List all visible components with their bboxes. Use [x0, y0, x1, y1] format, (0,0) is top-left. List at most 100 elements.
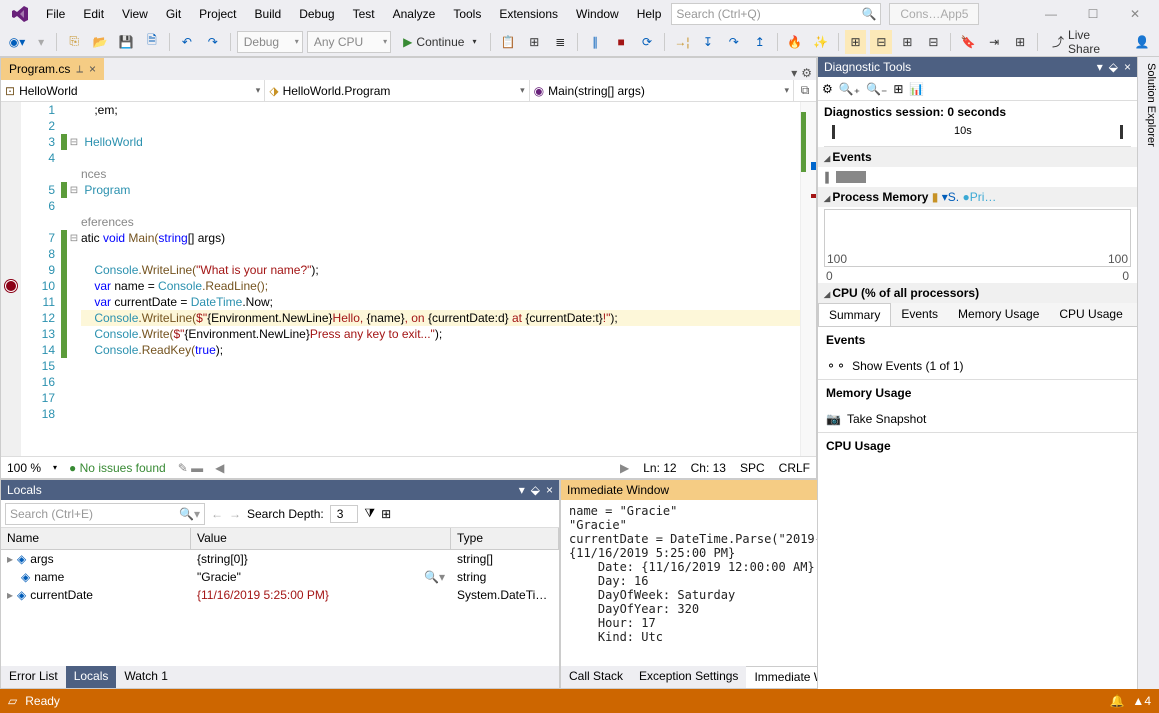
layout1-button[interactable]: ⊞ [845, 30, 867, 54]
events-section[interactable]: Events [818, 147, 1137, 167]
stop-button[interactable]: ■ [610, 30, 632, 54]
open-button[interactable]: 📂 [89, 30, 111, 54]
cpu-section[interactable]: CPU (% of all processors) [818, 283, 1137, 303]
locals-row-currentdate[interactable]: ▸◈currentDate {11/16/2019 5:25:00 PM} Sy… [1, 586, 559, 604]
locals-header[interactable]: Locals▾⬙× [1, 480, 559, 500]
zoom-combo[interactable]: 100 % [7, 461, 41, 475]
class-combo[interactable]: ⬗HelloWorld.Program▾ [265, 80, 529, 101]
liveshare-button[interactable]: ⤴ Live Share [1044, 30, 1127, 54]
process-button[interactable]: 📋 [497, 30, 519, 54]
tab-dropdown-icon[interactable]: ▾ [791, 66, 797, 80]
menu-window[interactable]: Window [568, 3, 627, 25]
issues-status[interactable]: ● No issues found [69, 461, 166, 475]
step-into-button[interactable]: ↧ [697, 30, 719, 54]
col-type[interactable]: Type [451, 528, 559, 549]
file-tab-program[interactable]: Program.cs ⟂ × [1, 58, 104, 80]
zoom-out-icon[interactable]: 🔍₋ [866, 82, 887, 96]
stack-button[interactable]: ≣ [549, 30, 571, 54]
menu-file[interactable]: File [38, 3, 73, 25]
space-indicator[interactable]: SPC [740, 461, 765, 475]
window-settings-icon[interactable]: ⚙ [801, 66, 812, 80]
menu-project[interactable]: Project [191, 3, 244, 25]
continue-button[interactable]: ▶Continue▾ [395, 30, 484, 54]
redo-button[interactable]: ↷ [202, 30, 224, 54]
visualizer-icon[interactable]: 🔍▾ [424, 570, 445, 584]
menu-test[interactable]: Test [345, 3, 383, 25]
pin-icon[interactable]: ⬙ [1109, 60, 1118, 74]
pin-icon[interactable]: ⬙ [531, 483, 540, 497]
filter-icon[interactable]: ⧩ [364, 506, 375, 521]
zoom-in-icon[interactable]: 🔍₊ [839, 82, 860, 96]
layout4-button[interactable]: ⊟ [922, 30, 944, 54]
solution-explorer-tab[interactable]: Solution Explorer [1137, 57, 1159, 689]
col-value[interactable]: Value [191, 528, 451, 549]
diag-header[interactable]: Diagnostic Tools▾⬙× [818, 57, 1137, 77]
feedback-button[interactable]: 👤 [1131, 30, 1153, 54]
menu-analyze[interactable]: Analyze [385, 3, 444, 25]
menu-edit[interactable]: Edit [75, 3, 112, 25]
step-over-button[interactable]: ↷ [723, 30, 745, 54]
locals-search[interactable]: Search (Ctrl+E)🔍▾ [5, 503, 205, 525]
memory-graph[interactable]: 100100 [824, 209, 1131, 267]
tab-exception-settings[interactable]: Exception Settings [631, 666, 746, 688]
undo-button[interactable]: ↶ [176, 30, 198, 54]
comment-button[interactable]: ⊞ [1009, 30, 1031, 54]
tab-locals[interactable]: Locals [66, 666, 117, 688]
menu-view[interactable]: View [114, 3, 156, 25]
namespace-combo[interactable]: ⊡HelloWorld▾ [1, 80, 265, 101]
menu-tools[interactable]: Tools [445, 3, 489, 25]
dropdown-icon[interactable]: ▾ [1097, 60, 1103, 74]
bookmark-button[interactable]: 🔖 [957, 30, 979, 54]
settings-icon[interactable]: ⚙ [822, 82, 833, 96]
thread-button[interactable]: ⊞ [523, 30, 545, 54]
close-icon[interactable]: × [546, 483, 553, 497]
crlf-indicator[interactable]: CRLF [779, 461, 810, 475]
scrollbar-minimap[interactable] [800, 102, 816, 456]
breakpoint-icon[interactable] [5, 280, 17, 292]
show-events-link[interactable]: ⚬⚬Show Events (1 of 1) [818, 353, 1137, 379]
menu-build[interactable]: Build [247, 3, 290, 25]
layout3-button[interactable]: ⊞ [896, 30, 918, 54]
menu-help[interactable]: Help [629, 3, 670, 25]
hot-reload-button[interactable]: 🔥 [784, 30, 806, 54]
locals-row-name[interactable]: ◈name "Gracie"🔍▾ string [1, 568, 559, 586]
menu-git[interactable]: Git [158, 3, 189, 25]
restart-button[interactable]: ⟳ [636, 30, 658, 54]
col-name[interactable]: Name [1, 528, 191, 549]
layout2-button[interactable]: ⊟ [870, 30, 892, 54]
step-out-button[interactable]: ↥ [749, 30, 771, 54]
save-all-button[interactable]: 🗎 [141, 30, 163, 54]
tab-call-stack[interactable]: Call Stack [561, 666, 631, 688]
search-back-icon[interactable]: ← [211, 507, 223, 521]
split-editor-icon[interactable]: ⧉ [794, 83, 816, 98]
search-fwd-icon[interactable]: → [229, 507, 241, 521]
save-button[interactable]: 💾 [115, 30, 137, 54]
menu-extensions[interactable]: Extensions [491, 3, 566, 25]
maximize-button[interactable]: ☐ [1073, 2, 1113, 26]
pin-icon[interactable]: ⟂ [76, 64, 83, 75]
diag-tab-memory[interactable]: Memory Usage [948, 303, 1049, 326]
intellicode-button[interactable]: ✨ [810, 30, 832, 54]
method-combo[interactable]: ◉Main(string[] args)▾ [530, 80, 794, 101]
diag-tab-cpu[interactable]: CPU Usage [1049, 303, 1132, 326]
nav-back-button[interactable]: ◉▾ [6, 30, 28, 54]
close-tab-icon[interactable]: × [89, 62, 96, 76]
locals-row-args[interactable]: ▸◈args {string[0]} string[] [1, 550, 559, 568]
take-snapshot-link[interactable]: 📷Take Snapshot [818, 406, 1137, 432]
tab-watch1[interactable]: Watch 1 [116, 666, 176, 688]
diag-tab-events[interactable]: Events [891, 303, 948, 326]
configuration-combo[interactable]: Debug [237, 31, 303, 53]
close-button[interactable]: ✕ [1115, 2, 1155, 26]
break-all-button[interactable]: ∥ [584, 30, 606, 54]
next-statement-button[interactable]: →¦ [671, 30, 693, 54]
timeline[interactable]: 10s [824, 123, 1131, 147]
code-canvas[interactable]: 1234 56 789101112131415161718 ⊟⊟⊟ ;em; H… [1, 102, 816, 456]
quick-launch-search[interactable]: Search (Ctrl+Q) 🔍 [671, 3, 881, 25]
notifications-icon[interactable]: 🔔 [1109, 694, 1124, 708]
cols-icon[interactable]: ⊞ [381, 507, 391, 521]
indent-button[interactable]: ⇥ [983, 30, 1005, 54]
dropdown-icon[interactable]: ▾ [519, 483, 525, 497]
tab-error-list[interactable]: Error List [1, 666, 66, 688]
platform-combo[interactable]: Any CPU [307, 31, 391, 53]
close-icon[interactable]: × [1124, 60, 1131, 74]
